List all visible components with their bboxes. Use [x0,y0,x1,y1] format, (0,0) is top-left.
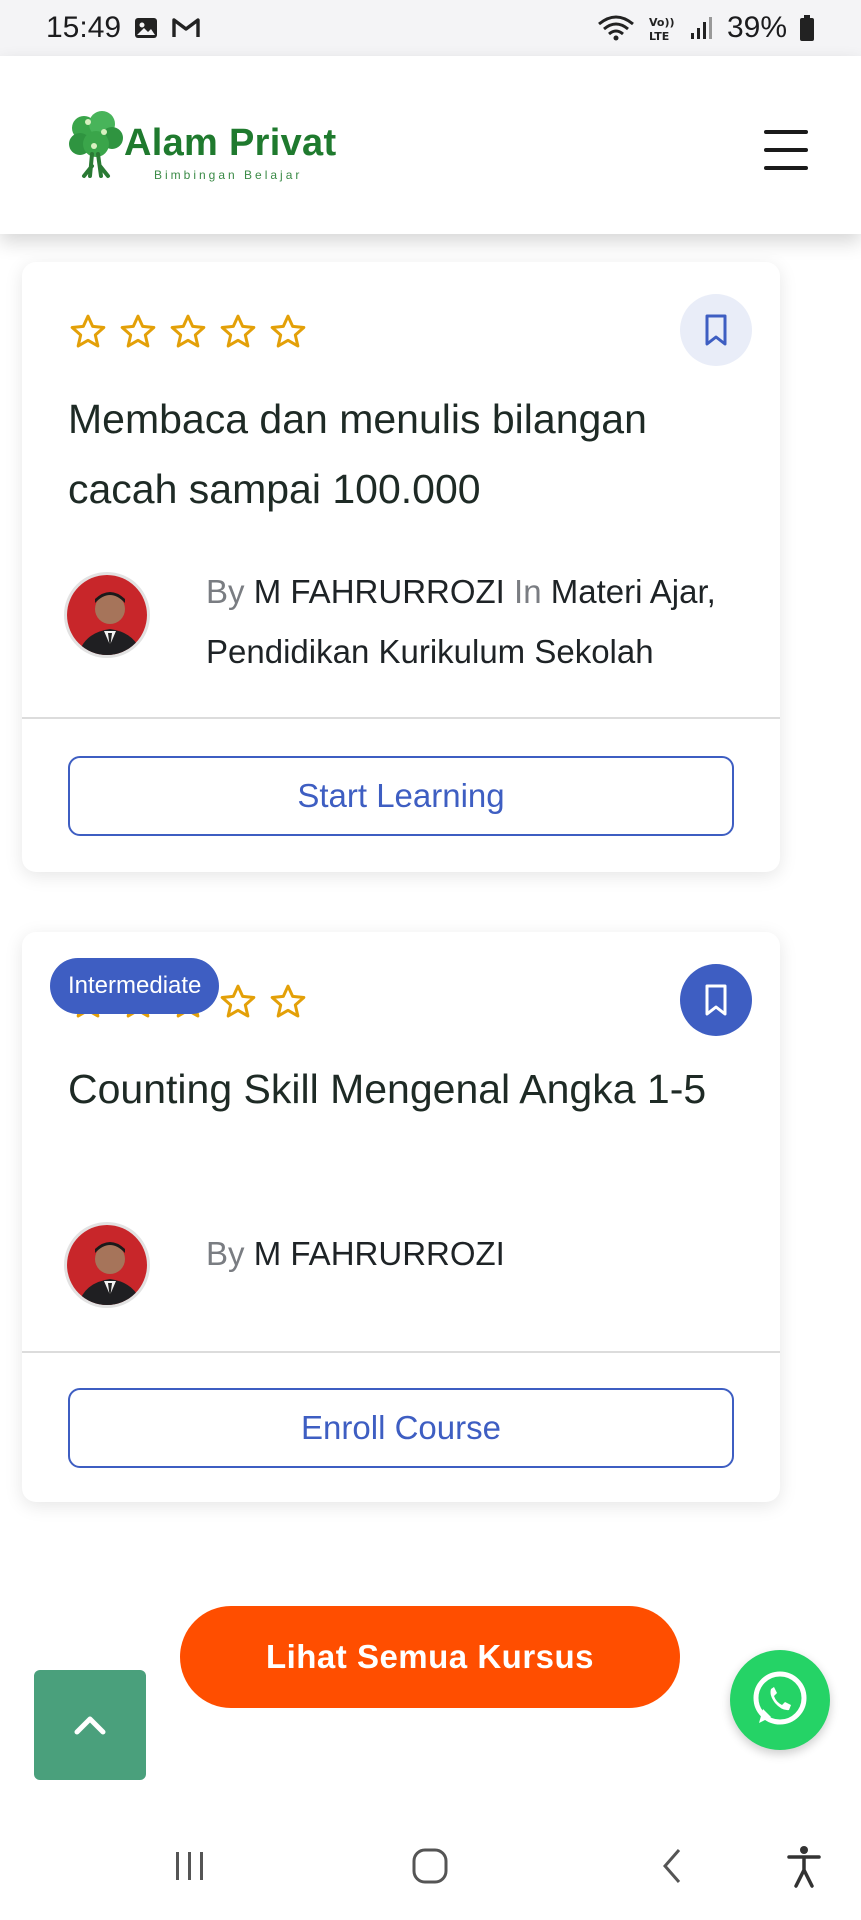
logo-subtext: Bimbingan Belajar [154,168,303,182]
tree-logo-icon [68,110,124,187]
bookmark-icon [705,314,727,346]
course-card: Intermediate Counting Skill Mengenal Ang… [22,932,780,1502]
course-byline: By M FAHRURROZI In Materi Ajar, Pendidik… [206,562,750,682]
battery-icon [799,14,815,42]
course-card: Membaca dan menulis bilangan cacah sampa… [22,262,780,872]
svg-text:LTE: LTE [649,30,669,43]
see-all-courses-button[interactable]: Lihat Semua Kursus [180,1606,680,1708]
star-outline-icon [70,314,106,348]
star-rating [68,312,308,352]
bookmark-button[interactable] [680,294,752,366]
by-label: By [206,573,245,610]
volte-icon: Vo)) LTE [647,13,677,43]
start-learning-button[interactable]: Start Learning [68,756,734,836]
star-outline-icon [270,314,306,348]
chevron-up-icon [74,1716,106,1735]
status-bar: 15:49 Vo)) LTE 39% [0,0,861,56]
level-badge: Intermediate [50,958,220,1014]
wifi-icon [597,14,635,42]
whatsapp-button[interactable] [730,1650,830,1750]
image-icon [133,15,159,41]
site-header: Alam Privat Bimbingan Belajar [0,56,861,234]
star-outline-icon [220,314,256,348]
star-outline-icon [220,984,256,1018]
back-to-top-button[interactable] [34,1670,146,1780]
whatsapp-icon [753,1671,807,1725]
site-logo[interactable]: Alam Privat Bimbingan Belajar [68,110,368,190]
recent-apps-icon[interactable] [160,1842,220,1890]
status-right: Vo)) LTE 39% [597,11,815,45]
course-title[interactable]: Membaca dan menulis bilangan cacah sampa… [68,384,740,524]
system-navigation-bar [0,1812,861,1920]
star-outline-icon [270,984,306,1018]
logo-text: Alam Privat [124,122,337,164]
course-byline: By M FAHRURROZI [206,1224,750,1284]
card-divider [22,717,780,719]
gmail-icon [171,16,201,40]
star-outline-icon [120,314,156,348]
hamburger-menu-icon[interactable] [760,126,812,174]
battery-percentage: 39% [726,11,787,44]
author-avatar[interactable] [64,1222,150,1308]
back-icon[interactable] [642,1842,702,1890]
course-title[interactable]: Counting Skill Mengenal Angka 1-5 [68,1054,740,1124]
bookmark-icon [705,984,727,1016]
author-avatar[interactable] [64,572,150,658]
status-time: 15:49 [46,11,122,44]
by-label: By [206,1235,245,1272]
enroll-course-button[interactable]: Enroll Course [68,1388,734,1468]
card-divider [22,1351,780,1353]
accessibility-icon[interactable] [774,1842,834,1890]
home-icon[interactable] [400,1842,460,1890]
bookmark-button[interactable] [680,964,752,1036]
signal-icon [689,15,715,41]
in-label: In [514,573,542,610]
star-outline-icon [170,314,206,348]
author-name[interactable]: M FAHRURROZI [254,573,505,610]
status-left: 15:49 [46,11,201,45]
author-name[interactable]: M FAHRURROZI [254,1235,505,1272]
svg-text:Vo)): Vo)) [649,16,675,29]
